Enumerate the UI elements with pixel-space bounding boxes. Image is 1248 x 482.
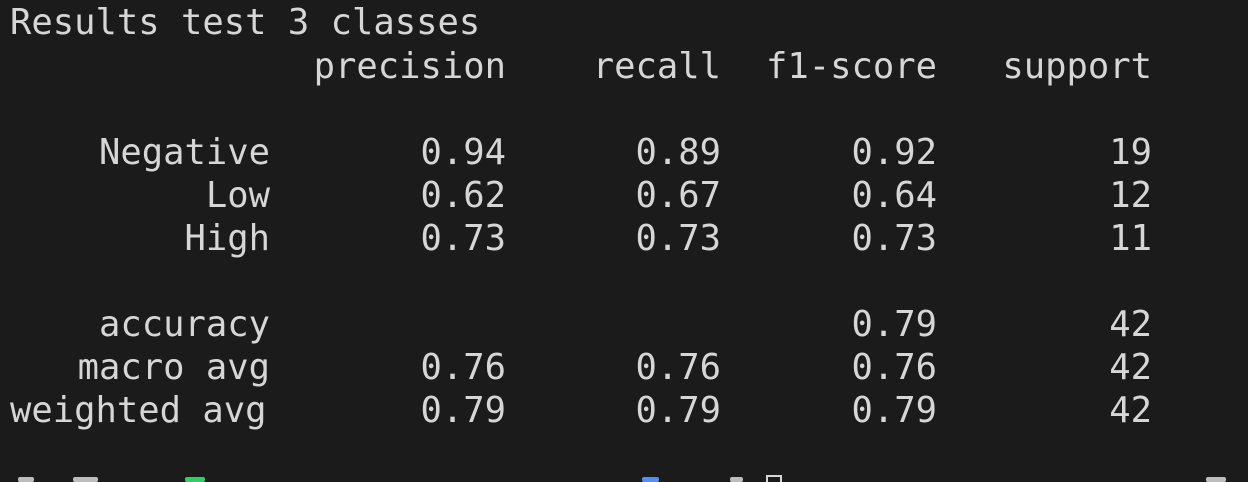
recall-value: 0.89: [635, 132, 722, 173]
terminal-cursor: [766, 475, 782, 482]
precision-value: 0.76: [420, 347, 507, 388]
report-title: Results test 3 classes: [10, 2, 481, 43]
precision-header: precision: [313, 46, 506, 87]
recall-header: recall: [592, 46, 721, 87]
recall-value: 0.79: [635, 390, 722, 431]
support-value: 11: [1109, 218, 1152, 259]
precision-value: 0.79: [420, 390, 507, 431]
f1-score-value: 0.64: [851, 175, 938, 216]
row-label: High: [184, 218, 271, 259]
cropped-text-fragment: [73, 477, 98, 482]
table-row: Low 0.62 0.67 0.64 12: [0, 174, 1248, 217]
f1-score-value: 0.79: [851, 304, 938, 345]
row-label: weighted avg: [10, 390, 267, 431]
cropped-text-fragment: [185, 477, 205, 482]
f1-score-value: 0.73: [851, 218, 938, 259]
cropped-text-fragment: [642, 477, 659, 482]
summary-row: macro avg 0.76 0.76 0.76 42: [0, 346, 1248, 389]
support-header: support: [1002, 46, 1152, 87]
f1-score-value: 0.76: [851, 347, 938, 388]
f1-score-header: f1-score: [766, 46, 937, 87]
recall-value: 0.73: [635, 218, 722, 259]
recall-value: 0.76: [635, 347, 722, 388]
table-row: Negative 0.94 0.89 0.92 19: [0, 131, 1248, 174]
table-row: High 0.73 0.73 0.73 11: [0, 217, 1248, 260]
cropped-next-line: [0, 473, 1248, 482]
summary-row: accuracy 0.79 42: [0, 303, 1248, 346]
row-label: Low: [205, 175, 270, 216]
support-value: 42: [1109, 347, 1152, 388]
precision-value: 0.94: [420, 132, 507, 173]
precision-value: 0.73: [420, 218, 507, 259]
cropped-text-fragment: [730, 477, 743, 482]
report-title-line: Results test 3 classes: [0, 1, 1248, 44]
header-row: precision recall f1-score support: [0, 45, 1248, 88]
cropped-text-fragment: [1206, 477, 1226, 482]
precision-value: 0.62: [420, 175, 507, 216]
support-value: 12: [1109, 175, 1152, 216]
cropped-text-fragment: [18, 477, 34, 482]
row-label: macro avg: [77, 347, 270, 388]
summary-row: weighted avg 0.79 0.79 0.79 42: [0, 389, 1248, 432]
recall-value: 0.67: [635, 175, 722, 216]
support-value: 42: [1109, 304, 1152, 345]
f1-score-value: 0.92: [851, 132, 938, 173]
support-value: 42: [1109, 390, 1152, 431]
terminal-output: Results test 3 classes precision recall …: [0, 0, 1248, 482]
row-label: accuracy: [99, 304, 270, 345]
row-label: Negative: [99, 132, 270, 173]
support-value: 19: [1109, 132, 1152, 173]
f1-score-value: 0.79: [851, 390, 938, 431]
